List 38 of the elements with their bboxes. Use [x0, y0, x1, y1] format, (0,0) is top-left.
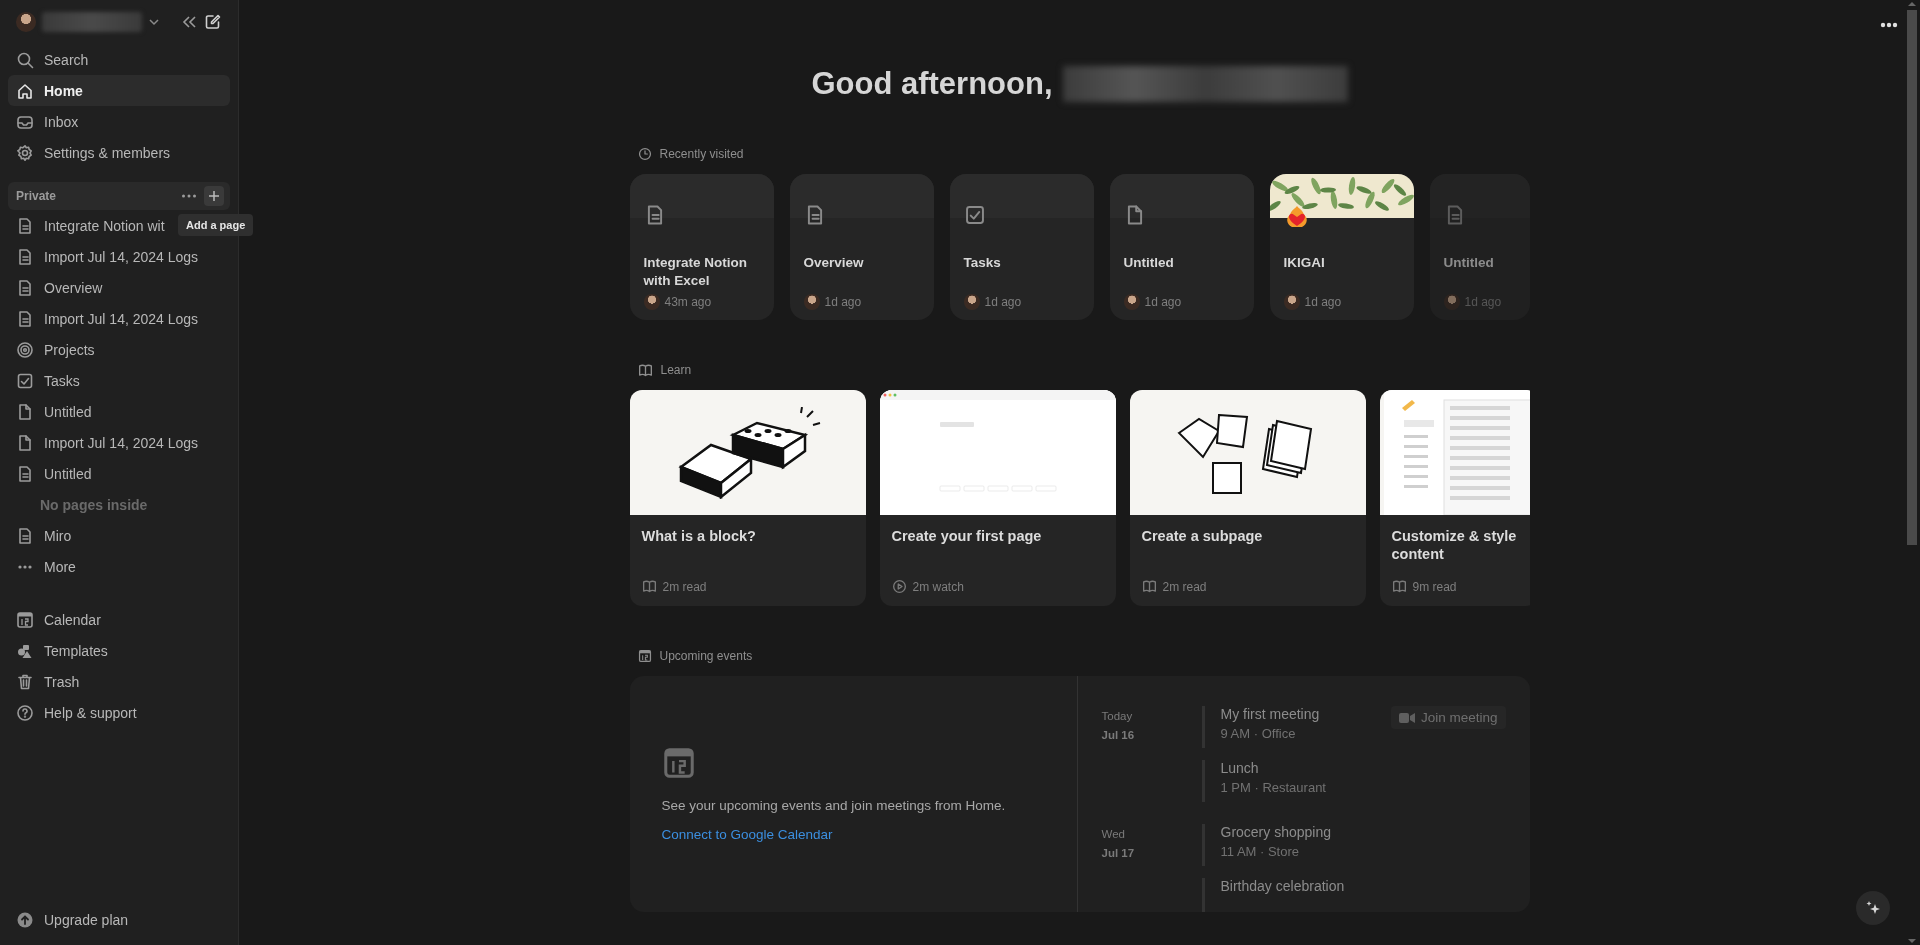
- visited-time: 1d ago: [1144, 295, 1182, 309]
- card-title: Integrate Notion with Excel: [643, 254, 748, 290]
- visited-time: 43m ago: [664, 295, 712, 309]
- card-title: Customize & style content: [1391, 527, 1518, 564]
- event-detail: 1 PM · Restaurant: [1220, 780, 1327, 795]
- tooltip: Add a page: [178, 214, 254, 236]
- event-title: Birthday celebration: [1220, 878, 1346, 894]
- visited-time: 1d ago: [1304, 295, 1342, 309]
- event-detail: 11 AM · Store: [1220, 844, 1300, 859]
- card-title: Create a subpage: [1141, 527, 1264, 546]
- card-title: Untitled: [1443, 254, 1495, 272]
- duration: 9m read: [1412, 579, 1457, 594]
- duration: 2m read: [662, 579, 707, 594]
- card-title: What is a block?: [641, 527, 757, 546]
- duration: 2m watch: [912, 579, 964, 594]
- date-label: Jul 17: [1101, 847, 1136, 859]
- event-detail: 9 AM · Office: [1220, 726, 1297, 741]
- empty-note: No pages inside: [39, 495, 149, 515]
- greeting: Good afternoon,: [811, 66, 1053, 102]
- section-label: Recently visited: [659, 147, 744, 161]
- card-title: Create your first page: [891, 527, 1043, 546]
- duration: 2m read: [1162, 579, 1207, 594]
- section-title: Private: [16, 189, 58, 203]
- section-label: Learn: [660, 363, 692, 377]
- event-title: My first meeting: [1220, 706, 1321, 722]
- card-title: IKIGAI: [1283, 254, 1326, 272]
- event-title: Grocery shopping: [1220, 824, 1332, 840]
- event-title: Lunch: [1220, 760, 1260, 776]
- card-title: Tasks: [963, 254, 1002, 272]
- day-label: Today: [1101, 710, 1134, 722]
- visited-time: 1d ago: [984, 295, 1022, 309]
- day-label: Wed: [1101, 828, 1126, 840]
- date-label: Jul 16: [1101, 729, 1136, 741]
- card-title: Untitled: [1123, 254, 1175, 272]
- card-title: Overview: [803, 254, 865, 272]
- section-label: Upcoming events: [659, 649, 753, 663]
- visited-time: 1d ago: [824, 295, 862, 309]
- events-message: See your upcoming events and join meetings from Home.: [661, 798, 1007, 813]
